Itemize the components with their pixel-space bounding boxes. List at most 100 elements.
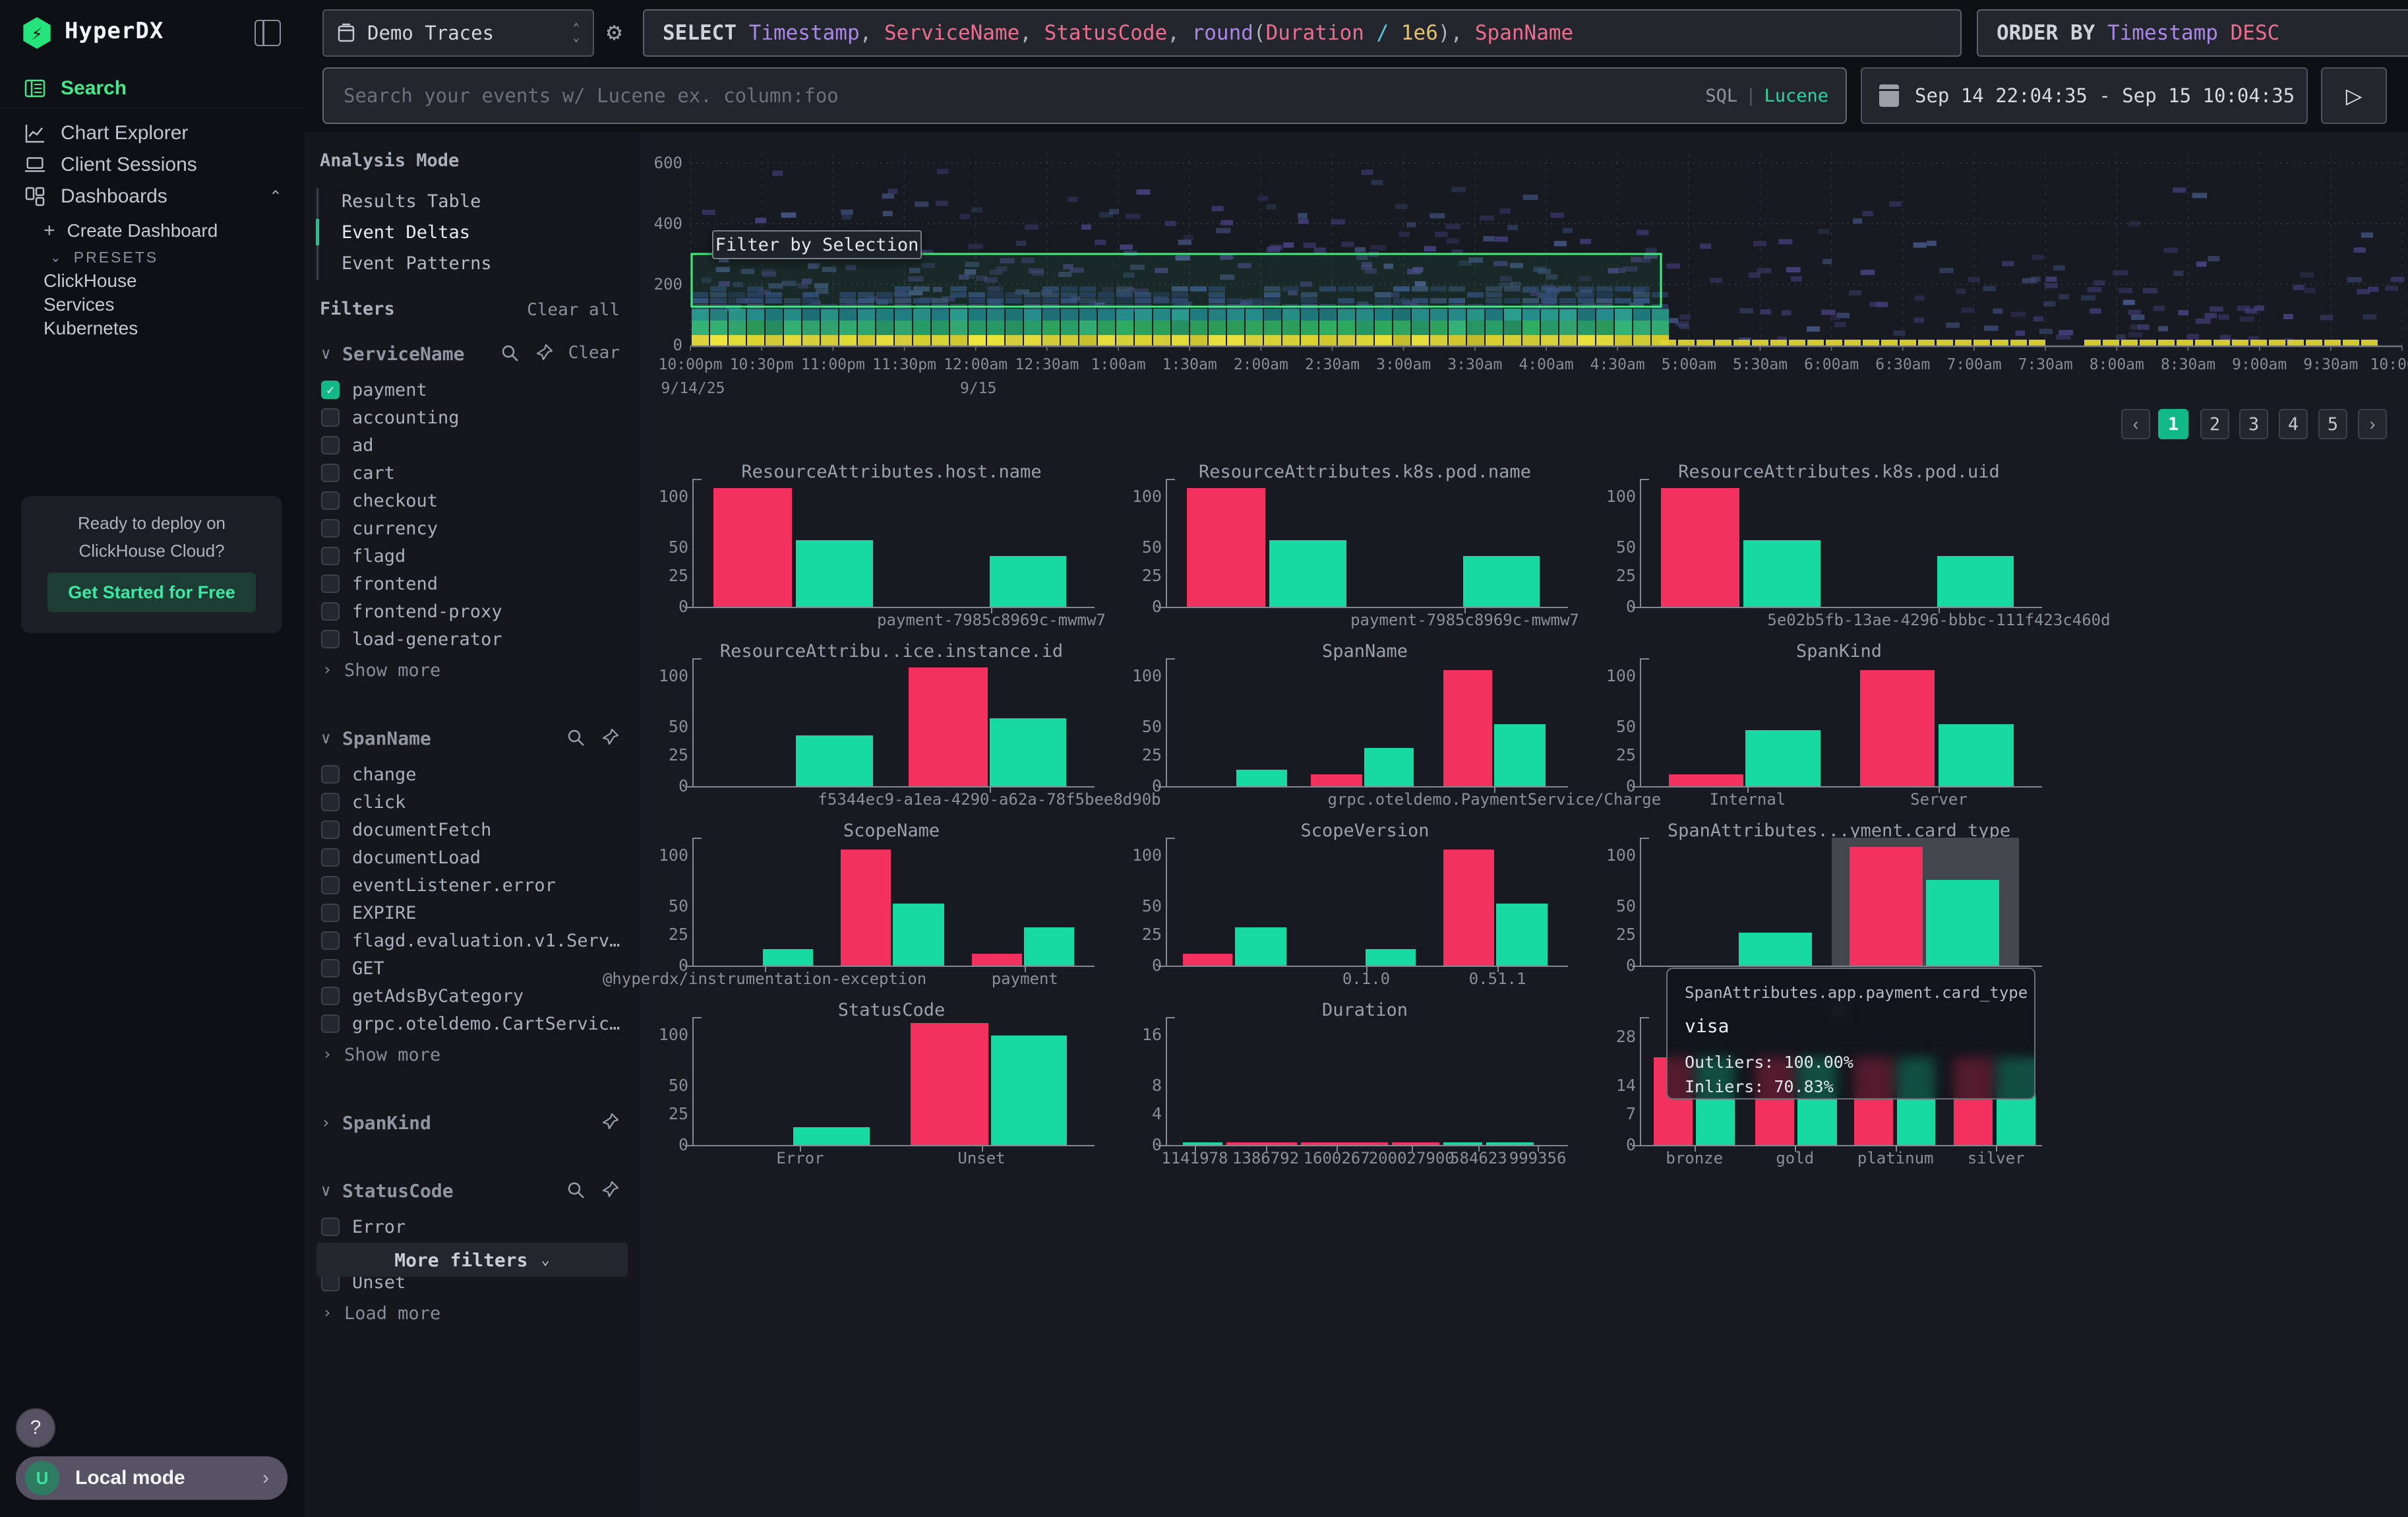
inlier-bar[interactable]	[1745, 730, 1821, 786]
filter-option-eventlistener-error[interactable]: eventListener.error	[305, 873, 640, 901]
checkbox-unchecked[interactable]	[321, 408, 340, 427]
chevron-down-icon[interactable]: ∨	[321, 1181, 330, 1200]
create-dashboard-item[interactable]: +Create Dashboard	[0, 218, 305, 244]
inlier-bar[interactable]	[1494, 724, 1546, 786]
filter-option-documentfetch[interactable]: documentFetch	[305, 818, 640, 846]
filter-option-error[interactable]: Error	[305, 1215, 640, 1243]
lang-lucene[interactable]: Lucene	[1764, 86, 1828, 106]
filter-option-documentload[interactable]: documentLoad	[305, 846, 640, 873]
checkbox-checked[interactable]: ✓	[321, 381, 340, 399]
filter-option-frontend[interactable]: frontend	[305, 572, 640, 600]
filter-option-change[interactable]: change	[305, 762, 640, 790]
search-icon[interactable]	[566, 1180, 586, 1200]
outlier-bar[interactable]	[909, 667, 988, 786]
inlier-bar[interactable]	[1463, 556, 1540, 607]
outlier-bar[interactable]	[1443, 670, 1493, 786]
clear-all-button[interactable]: Clear all	[527, 300, 620, 320]
order-by-editor[interactable]: ORDER BY Timestamp DESC	[1977, 9, 2408, 57]
outlier-bar[interactable]	[1443, 850, 1494, 966]
outlier-bar[interactable]	[713, 488, 793, 607]
inlier-bar[interactable]	[1236, 770, 1288, 786]
inlier-bar[interactable]	[991, 1036, 1067, 1145]
date-range-picker[interactable]: Sep 14 22:04:35 - Sep 15 10:04:35	[1861, 67, 2308, 124]
more-filters-button[interactable]: More filters ⌄	[316, 1243, 628, 1277]
preset-dashboard-item-kubernetes[interactable]: Kubernetes	[0, 315, 305, 342]
filter-option-ad[interactable]: ad	[305, 433, 640, 461]
inlier-bar[interactable]	[1939, 724, 2014, 786]
checkbox-unchecked[interactable]	[321, 820, 340, 839]
inlier-bar[interactable]	[796, 540, 873, 607]
sidebar-collapse-icon[interactable]	[255, 20, 281, 46]
show-more-button[interactable]: ›Show more	[305, 659, 640, 685]
inlier-bar[interactable]	[1496, 904, 1548, 966]
checkbox-unchecked[interactable]	[321, 931, 340, 950]
outlier-bar[interactable]	[1669, 774, 1744, 786]
checkbox-unchecked[interactable]	[321, 574, 340, 593]
pin-icon[interactable]	[600, 728, 620, 747]
outlier-bar[interactable]	[1183, 954, 1232, 966]
local-mode-button[interactable]: U Local mode ›	[16, 1456, 287, 1500]
outlier-bar[interactable]	[1187, 488, 1266, 607]
page-button-3[interactable]: 3	[2239, 409, 2268, 439]
sidebar-item-client-sessions[interactable]: Client Sessions	[0, 149, 305, 181]
inlier-bar[interactable]	[1486, 1142, 1534, 1145]
outlier-bar[interactable]	[1860, 670, 1935, 786]
checkbox-unchecked[interactable]	[321, 1014, 340, 1033]
inlier-bar[interactable]	[990, 556, 1067, 607]
outlier-bar[interactable]	[1311, 774, 1362, 786]
inlier-bar[interactable]	[1024, 927, 1074, 966]
run-query-button[interactable]: ▷	[2321, 67, 2387, 124]
chevron-up-icon[interactable]: ⌃	[269, 187, 282, 206]
outlier-bar[interactable]	[841, 850, 891, 966]
inlier-bar[interactable]	[1739, 933, 1812, 966]
inlier-bar[interactable]	[1937, 556, 2014, 607]
checkbox-unchecked[interactable]	[321, 848, 340, 867]
filter-option-load-generator[interactable]: load-generator	[305, 627, 640, 655]
get-started-button[interactable]: Get Started for Free	[47, 573, 256, 612]
presets-toggle[interactable]: ⌄PRESETS	[0, 244, 305, 270]
chevron-right-icon[interactable]: ›	[321, 1113, 330, 1132]
filter-option-flagd[interactable]: flagd	[305, 544, 640, 572]
preset-dashboard-item-clickhouse[interactable]: ClickHouse	[0, 268, 305, 294]
checkbox-unchecked[interactable]	[321, 630, 340, 648]
checkbox-unchecked[interactable]	[321, 1218, 340, 1236]
pin-icon[interactable]	[600, 1180, 620, 1200]
checkbox-unchecked[interactable]	[321, 904, 340, 922]
inlier-bar[interactable]	[1443, 1142, 1483, 1145]
mode-event-deltas[interactable]: Event Deltas	[342, 222, 470, 243]
outlier-bar[interactable]	[1850, 847, 1923, 966]
pin-icon[interactable]	[600, 1112, 620, 1132]
inlier-bar[interactable]	[1743, 540, 1821, 607]
filter-option-flagd-evaluation-v1-serv-[interactable]: flagd.evaluation.v1.Serv…	[305, 929, 640, 956]
chevron-down-icon[interactable]: ∨	[321, 729, 330, 747]
inlier-bar[interactable]	[1269, 540, 1346, 607]
inlier-bar[interactable]	[893, 904, 944, 966]
inlier-bar[interactable]	[1366, 949, 1415, 966]
page-button-5[interactable]: 5	[2318, 409, 2347, 439]
filter-option-frontend-proxy[interactable]: frontend-proxy	[305, 600, 640, 627]
inlier-bar[interactable]	[990, 718, 1067, 786]
checkbox-unchecked[interactable]	[321, 519, 340, 538]
outlier-bar[interactable]	[911, 1023, 988, 1145]
checkbox-unchecked[interactable]	[321, 464, 340, 482]
outlier-bar[interactable]	[972, 954, 1022, 966]
pin-icon[interactable]	[534, 343, 554, 363]
source-select[interactable]: Demo Traces ⌃⌄	[322, 9, 594, 57]
gear-icon[interactable]: ⚙	[607, 17, 622, 46]
events-heatmap[interactable]: 10:00pm10:30pm11:00pm11:30pm12:00am12:30…	[649, 146, 2408, 410]
sidebar-item-search[interactable]: Search	[0, 73, 305, 104]
selection-rect[interactable]	[692, 254, 1661, 307]
filter-option-checkout[interactable]: checkout	[305, 489, 640, 516]
filter-option-getadsbycategory[interactable]: getAdsByCategory	[305, 984, 640, 1012]
outlier-bar[interactable]	[1226, 1142, 1298, 1145]
search-input[interactable]: Search your events w/ Lucene ex. column:…	[322, 67, 1847, 124]
outlier-bar[interactable]	[1661, 488, 1740, 607]
filter-option-currency[interactable]: currency	[305, 516, 640, 544]
checkbox-unchecked[interactable]	[321, 491, 340, 510]
outlier-bar[interactable]	[1392, 1142, 1439, 1145]
page-button-2[interactable]: 2	[2200, 409, 2229, 439]
inlier-bar[interactable]	[1183, 1142, 1222, 1145]
sidebar-item-dashboards[interactable]: Dashboards⌃	[0, 181, 305, 212]
checkbox-unchecked[interactable]	[321, 987, 340, 1005]
inlier-bar[interactable]	[793, 1127, 869, 1145]
